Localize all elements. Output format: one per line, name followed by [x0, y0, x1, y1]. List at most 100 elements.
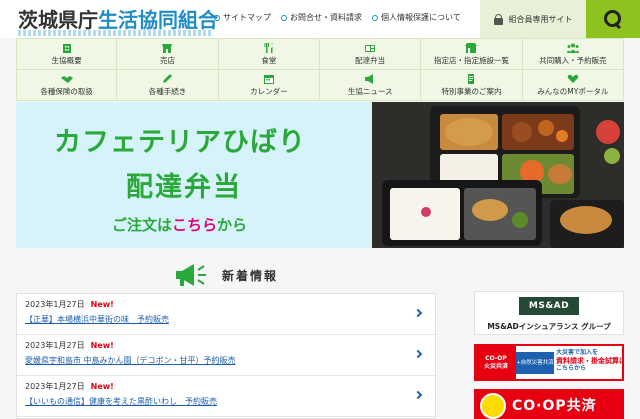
mascot-icon: [480, 393, 506, 419]
contact-link-label: お問合せ・資料請求: [290, 13, 362, 22]
privacy-link[interactable]: 個人情報保護について: [372, 12, 461, 23]
document-icon: [465, 73, 477, 84]
logo-accent-text: 生活協同組合: [98, 8, 218, 32]
nav-item-label: 各種保険の取扱: [40, 86, 93, 96]
news-date-line: 2023年1月27日 New!: [25, 340, 409, 351]
nav-item-label: 各種手続き: [148, 86, 187, 96]
bento-banner[interactable]: カフェテリアひばり 配達弁当 ご注文はこちらから: [16, 102, 624, 248]
coop-fire-logo-line2: 火災共済: [483, 362, 508, 370]
bullet-icon: [372, 14, 378, 21]
privacy-link-label: 個人情報保護について: [381, 13, 461, 22]
member-site-label: 組合員専用サイト: [508, 14, 573, 24]
nav-item-insurance[interactable]: 各種保険の取扱: [16, 70, 118, 101]
coop-fire-cta-line3: こちらから: [556, 365, 587, 373]
news-link[interactable]: 【正華】本場横浜中華街の味 予約販売: [25, 314, 409, 325]
chevron-right-icon: [413, 308, 423, 318]
new-badge: New!: [90, 341, 114, 350]
nav-item-procedures[interactable]: 各種手続き: [117, 70, 219, 101]
sitemap-link-label: サイトマップ: [223, 13, 271, 22]
news-title: 新着情報: [221, 268, 278, 283]
nav-item-my-portal[interactable]: みんなのMYポータル: [522, 70, 624, 101]
nav-item-cafeteria[interactable]: 食堂: [218, 39, 320, 70]
site-logo[interactable]: 茨城県庁生活協同組合: [18, 4, 218, 33]
nav-item-news[interactable]: 生協ニュース: [320, 70, 422, 101]
coop-fire-cta-line2: 資料請求・掛金試算は: [556, 356, 624, 365]
order-highlight: こちら: [172, 216, 218, 234]
page: 茨城県庁生活協同組合 サイトマップ お問合せ・資料請求 個人情報保護について 組…: [0, 0, 640, 419]
logo-skyline-decoration: [18, 30, 213, 36]
bullet-icon: [281, 14, 287, 21]
megaphone-icon: [364, 73, 376, 84]
nav-item-bento[interactable]: 配達弁当: [320, 39, 422, 70]
store-icon: [465, 42, 478, 53]
nav-item-label: カレンダー: [250, 86, 288, 96]
news-list: 2023年1月27日 New! 【正華】本場横浜中華街の味 予約販売 2023年1…: [16, 293, 436, 419]
news-item[interactable]: 2023年1月27日 New! 愛媛県宇和島市 中島みかん園（デコポン・甘平）予約…: [17, 335, 435, 376]
nav-item-label: みんなのMYポータル: [537, 86, 609, 96]
new-badge: New!: [90, 300, 114, 309]
member-site-button[interactable]: 組合員専用サイト: [480, 0, 586, 38]
chevron-right-icon: [413, 390, 423, 400]
nav-item-label: 食堂: [261, 55, 277, 65]
search-button[interactable]: [586, 0, 640, 38]
news-date-line: 2023年1月27日 New!: [25, 381, 409, 392]
sitemap-link[interactable]: サイトマップ: [214, 12, 271, 23]
nav-item-shop[interactable]: 売店: [117, 39, 219, 70]
banner-subtitle: 配達弁当: [126, 172, 242, 203]
nav-item-label: 共同購入・予約販売: [539, 55, 607, 65]
nav-item-calendar[interactable]: カレンダー: [218, 70, 320, 101]
handshake-icon: [60, 74, 73, 84]
news-header: 新着情報: [16, 258, 436, 292]
news-item[interactable]: 2023年1月27日 New! 【正華】本場横浜中華街の味 予約販売: [17, 294, 435, 335]
new-badge: New!: [90, 382, 114, 391]
news-date: 2023年1月27日: [25, 382, 85, 391]
main-nav: 生協概要 売店 食堂 配達弁当 指定店・指定施設一覧 共同購入・予約販売 各種保…: [16, 38, 624, 101]
site-header: 茨城県庁生活協同組合 サイトマップ お問合せ・資料請求 個人情報保護について 組…: [0, 0, 640, 38]
coop-fire-logo-line1: CO-OP: [485, 355, 507, 363]
coop-fire-cta-line1: 大災害で加入を: [556, 349, 599, 356]
msad-banner[interactable]: MS&AD MS&ADインシュアランス グループ: [474, 291, 624, 335]
news-date: 2023年1月27日: [25, 341, 85, 350]
building-icon: [61, 43, 73, 53]
bento-icon: [364, 43, 376, 53]
nav-item-label: 配達弁当: [355, 55, 386, 65]
banner-title: カフェテリアひばり: [54, 127, 306, 158]
nav-item-designated-stores[interactable]: 指定店・指定施設一覧: [421, 39, 523, 70]
banner-order-text: ご注文はこちらから: [112, 214, 247, 235]
news-date: 2023年1月27日: [25, 300, 85, 309]
heart-icon: [567, 74, 579, 84]
logo-main-text: 茨城県庁: [18, 8, 98, 32]
shop-icon: [161, 43, 173, 53]
lock-icon: [493, 13, 503, 25]
chevron-right-icon: [413, 349, 423, 359]
natural-disaster-label: +自然災害共済: [516, 352, 554, 374]
news-date-line: 2023年1月27日 New!: [25, 299, 409, 310]
nav-item-about[interactable]: 生協概要: [16, 39, 118, 70]
contact-link[interactable]: お問合せ・資料請求: [281, 12, 362, 23]
cutlery-icon: [263, 42, 275, 53]
nav-item-label: 売店: [159, 55, 175, 65]
nav-item-special-business[interactable]: 特別事業のご案内: [421, 70, 523, 101]
calendar-icon: [263, 74, 275, 84]
nav-item-group-purchase[interactable]: 共同購入・予約販売: [522, 39, 624, 70]
news-item[interactable]: 2023年1月27日 New! 【いいもの通信】健康を考えた黒酢いわし 予約販売: [17, 376, 435, 417]
nav-item-label: 特別事業のご案内: [441, 86, 502, 96]
coop-fire-cta: 大災害で加入を 資料請求・掛金試算は こちらから: [556, 349, 622, 373]
msad-text: MS&ADインシュアランス グループ: [487, 322, 611, 331]
coop-kyosai-banner[interactable]: CO·OP共済: [474, 389, 624, 419]
order-prefix: ご注文は: [112, 216, 173, 234]
pen-icon: [161, 73, 173, 84]
order-suffix: から: [217, 216, 248, 234]
coop-fire-logo: CO-OP 火災共済: [476, 346, 516, 379]
news-link[interactable]: 愛媛県宇和島市 中島みかん園（デコポン・甘平）予約販売: [25, 355, 409, 366]
megaphone-icon: [174, 262, 208, 288]
bento-photo: [372, 102, 624, 248]
top-links: サイトマップ お問合せ・資料請求 個人情報保護について: [214, 12, 461, 23]
news-link[interactable]: 【いいもの通信】健康を考えた黒酢いわし 予約販売: [25, 396, 409, 407]
nav-item-label: 指定店・指定施設一覧: [433, 55, 509, 65]
search-icon: [604, 10, 622, 28]
coop-kyosai-text: CO·OP共済: [512, 398, 597, 414]
nav-item-label: 生協概要: [51, 55, 82, 65]
nav-item-label: 生協ニュース: [347, 86, 393, 96]
coop-fire-insurance-banner[interactable]: CO-OP 火災共済 +自然災害共済 大災害で加入を 資料請求・掛金試算は こち…: [474, 344, 624, 381]
